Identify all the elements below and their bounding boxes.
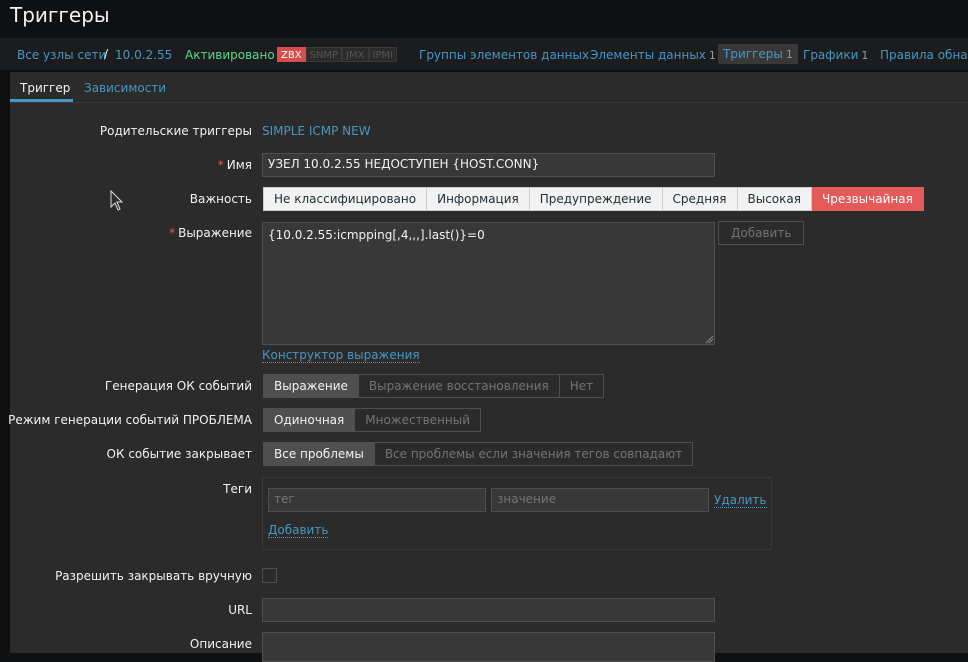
breadcrumb-separator: / [104, 47, 109, 61]
snmp-status-badge: SNMP [305, 47, 343, 62]
remove-tag-link[interactable]: Удалить [714, 493, 767, 508]
availability-indicators: ZBX SNMP JMX IPMI [277, 47, 398, 62]
problem-mode-single[interactable]: Одиночная [263, 408, 356, 432]
severity-not-classified[interactable]: Не классифицировано [263, 187, 428, 211]
zbx-status-badge: ZBX [277, 47, 306, 62]
problem-mode-label: Режим генерации событий ПРОБЛЕМА [8, 413, 252, 427]
severity-high[interactable]: Высокая [737, 187, 812, 211]
tag-value-input[interactable]: значение [491, 488, 709, 512]
nav-triggers-count: 1 [785, 48, 793, 61]
tab-trigger[interactable]: Триггер [20, 81, 70, 95]
name-label-text: Имя [226, 158, 252, 172]
mouse-pointer-icon [110, 190, 124, 211]
tab-dependencies[interactable]: Зависимости [84, 81, 166, 95]
breadcrumb-all-hosts[interactable]: Все узлы сети [17, 48, 106, 62]
expression-textarea[interactable]: {10.0.2.55:icmpping[,4,,,].last()}=0 [262, 222, 715, 345]
parent-triggers-label: Родительские триггеры [99, 124, 252, 138]
ok-generation-label: Генерация ОК событий [104, 379, 252, 393]
active-tab-underline [10, 99, 73, 102]
nav-items-count: 1 [708, 49, 716, 62]
problem-mode-selector: Одиночная Множественный [263, 408, 481, 432]
severity-disaster[interactable]: Чрезвычайная [811, 187, 924, 211]
ok-gen-recovery-expression[interactable]: Выражение восстановления [358, 374, 560, 398]
severity-selector: Не классифицировано Информация Предупреж… [263, 187, 924, 211]
ok-gen-expression[interactable]: Выражение [263, 374, 359, 398]
severity-warning[interactable]: Предупреждение [529, 187, 663, 211]
required-marker: * [169, 226, 176, 240]
ipmi-status-badge: IPMI [368, 47, 398, 62]
ok-generation-selector: Выражение Выражение восстановления Нет [263, 374, 605, 398]
manual-close-checkbox[interactable] [262, 568, 277, 583]
nav-graphs-count: 1 [861, 49, 869, 62]
required-marker: * [217, 158, 224, 172]
nav-discovery[interactable]: Правила обнар [880, 48, 968, 62]
expression-label: * Выражение [169, 226, 252, 240]
ok-closes-all[interactable]: Все проблемы [263, 442, 375, 466]
nav-triggers-label: Триггеры [723, 47, 783, 61]
name-input[interactable]: УЗЕЛ 10.0.2.55 НЕДОСТУПЕН {HOST.CONN} [262, 153, 715, 177]
problem-mode-multiple[interactable]: Множественный [355, 408, 481, 432]
host-status[interactable]: Активировано [185, 48, 275, 62]
expression-builder-link[interactable]: Конструктор выражения [262, 348, 420, 363]
ok-gen-none[interactable]: Нет [559, 374, 605, 398]
add-tag-link[interactable]: Добавить [268, 523, 329, 538]
description-textarea[interactable] [262, 632, 715, 662]
tag-name-input[interactable]: тег [268, 488, 486, 512]
nav-items[interactable]: Элементы данных 1 [590, 48, 716, 62]
ok-closes-tag-match[interactable]: Все проблемы если значения тегов совпада… [374, 442, 694, 466]
severity-average[interactable]: Средняя [662, 187, 738, 211]
parent-trigger-link[interactable]: SIMPLE ICMP NEW [262, 124, 371, 138]
jmx-status-badge: JMX [342, 47, 369, 62]
nav-items-label: Элементы данных [590, 48, 706, 62]
url-input[interactable] [262, 598, 715, 622]
nav-graphs-label: Графики [803, 48, 859, 62]
nav-item-groups[interactable]: Группы элементов данных [419, 48, 589, 62]
manual-close-label: Разрешить закрывать вручную [55, 569, 252, 583]
expression-label-text: Выражение [178, 226, 252, 240]
name-label: * Имя [218, 158, 252, 172]
add-expression-button[interactable]: Добавить [718, 221, 805, 245]
tags-label: Теги [223, 482, 252, 496]
severity-label: Важность [189, 192, 252, 206]
breadcrumb-host[interactable]: 10.0.2.55 [115, 48, 172, 62]
nav-triggers[interactable]: Триггеры 1 [718, 44, 798, 64]
ok-closes-selector: Все проблемы Все проблемы если значения … [263, 442, 694, 466]
nav-graphs[interactable]: Графики 1 [803, 48, 868, 62]
url-label: URL [228, 603, 252, 617]
ok-closes-label: ОК событие закрывает [106, 447, 252, 461]
description-label: Описание [189, 637, 252, 651]
resize-handle-icon[interactable] [704, 334, 714, 344]
page-title: Триггеры [10, 3, 110, 27]
severity-information[interactable]: Информация [427, 187, 530, 211]
